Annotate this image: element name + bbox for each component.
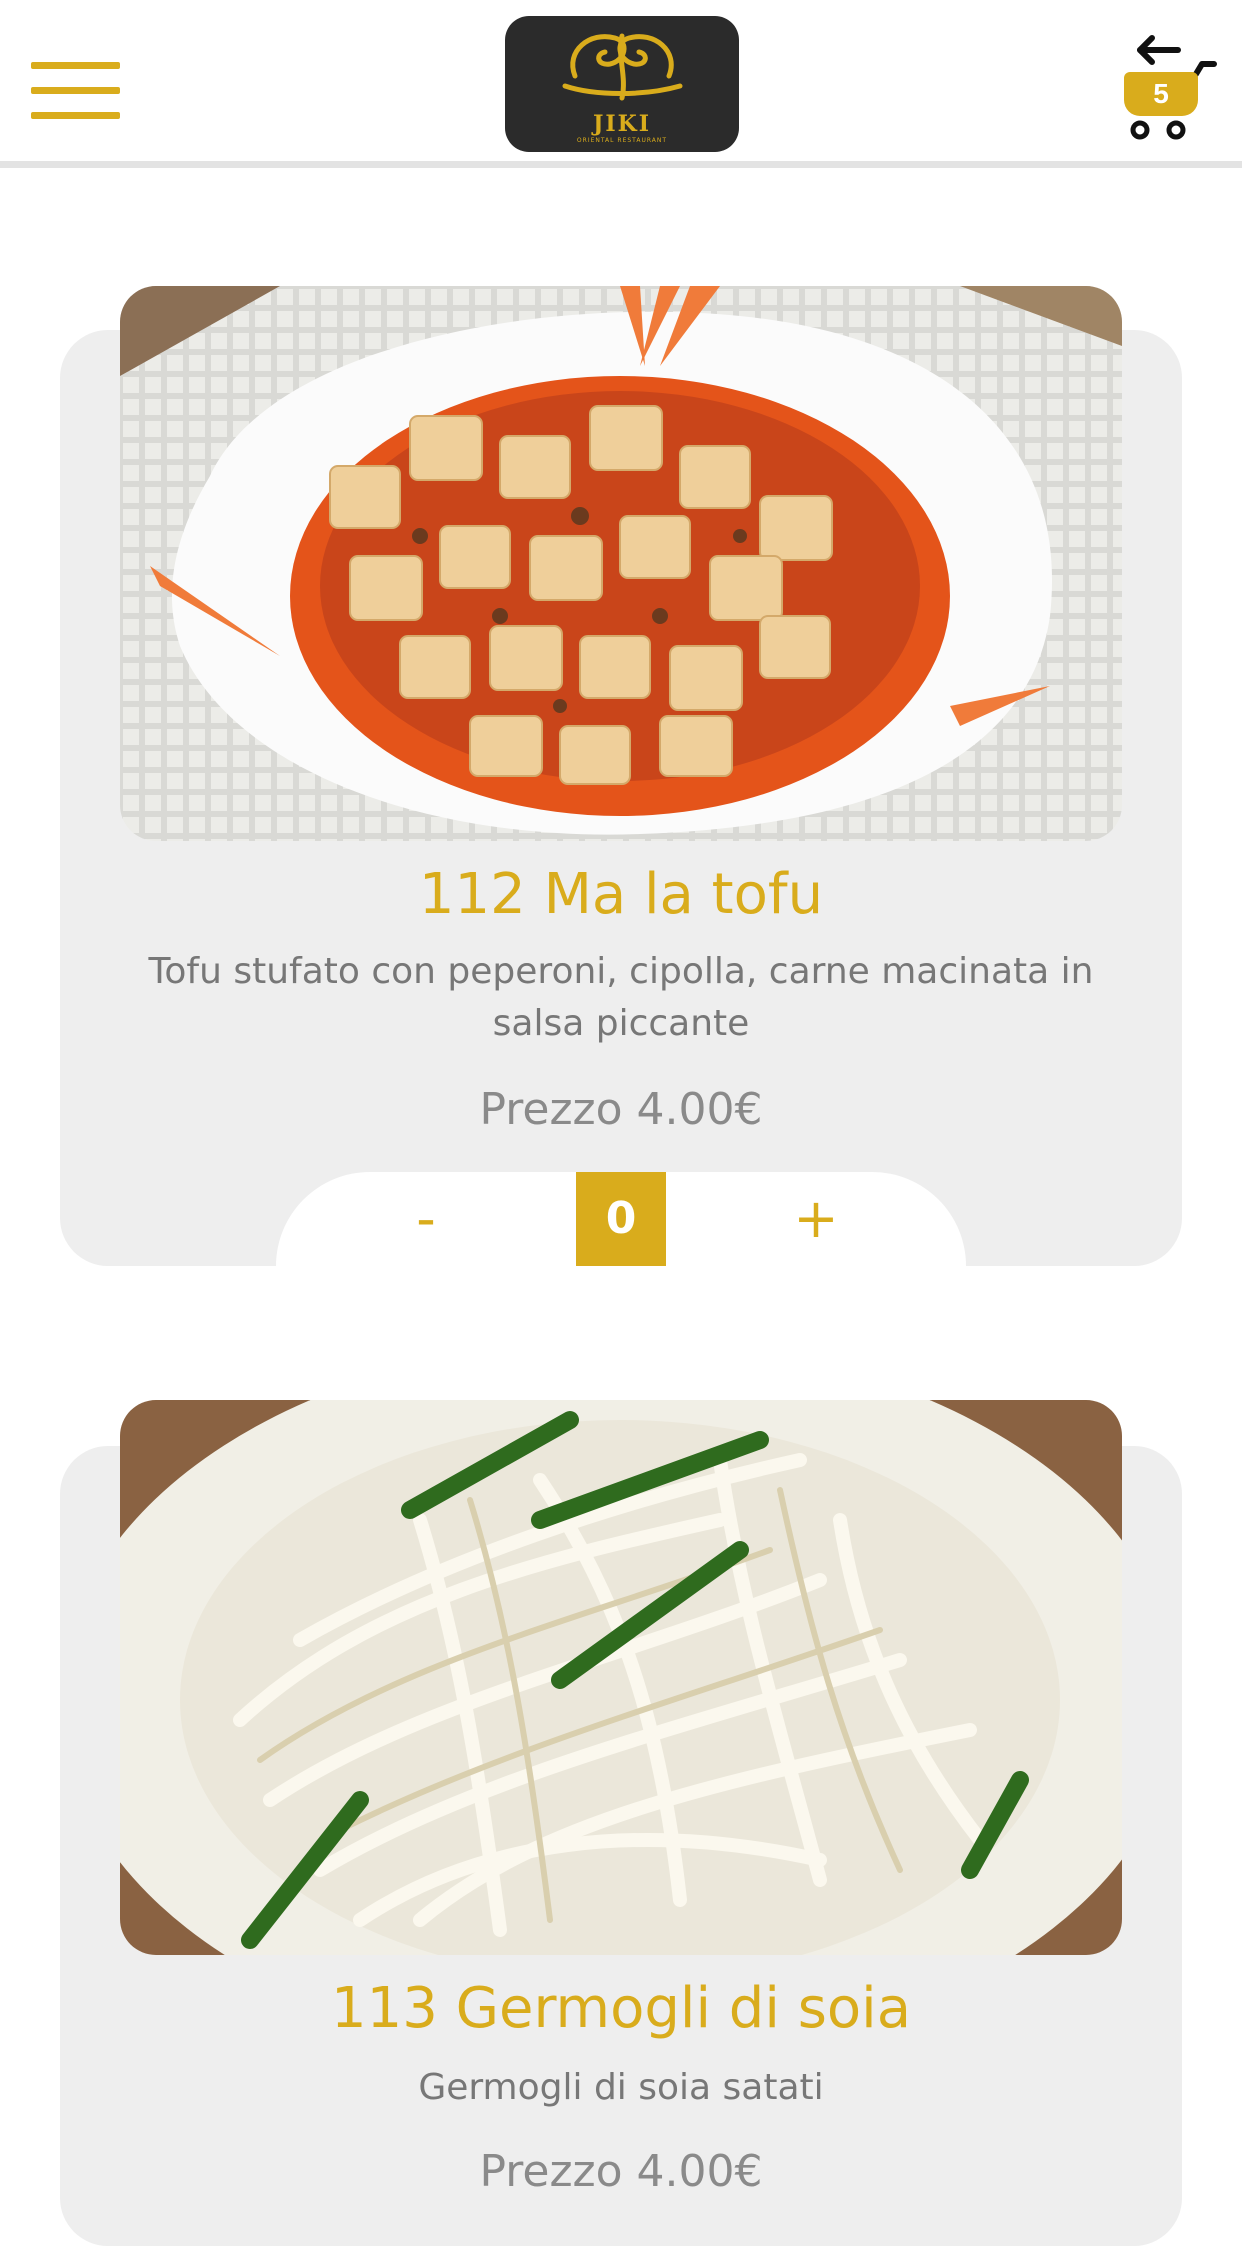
decrease-quantity-button[interactable]: - [366,1172,486,1266]
product-description: Germogli di soia satati [418,2067,824,2108]
quantity-stepper: - 0 + [276,1172,966,1266]
product-image[interactable] [120,286,1122,841]
increase-quantity-button[interactable]: + [756,1172,876,1266]
product-price: Prezzo 4.00€ [479,1084,763,1135]
back-arrow-icon [1137,35,1181,65]
menu-icon[interactable] [31,62,120,120]
restaurant-logo[interactable]: JIKI ORIENTAL RESTAURANT [505,16,739,152]
product-price: Prezzo 4.00€ [479,2146,763,2197]
product-title: 112 Ma la tofu [418,862,824,927]
header: JIKI ORIENTAL RESTAURANT 5 [0,0,1242,168]
dragon-logo-icon [562,33,683,101]
product-title: 113 Germogli di soia [330,1976,912,2041]
cart-button[interactable]: 5 [1118,30,1218,142]
cart-count-badge: 5 [1124,72,1198,116]
logo-tagline: ORIENTAL RESTAURANT [576,137,668,144]
product-image[interactable] [120,1400,1122,1955]
quantity-value: 0 [576,1172,666,1266]
logo-name: JIKI [592,111,652,137]
product-description: Tofu stufato con peperoni, cipolla, carn… [148,951,1094,1044]
